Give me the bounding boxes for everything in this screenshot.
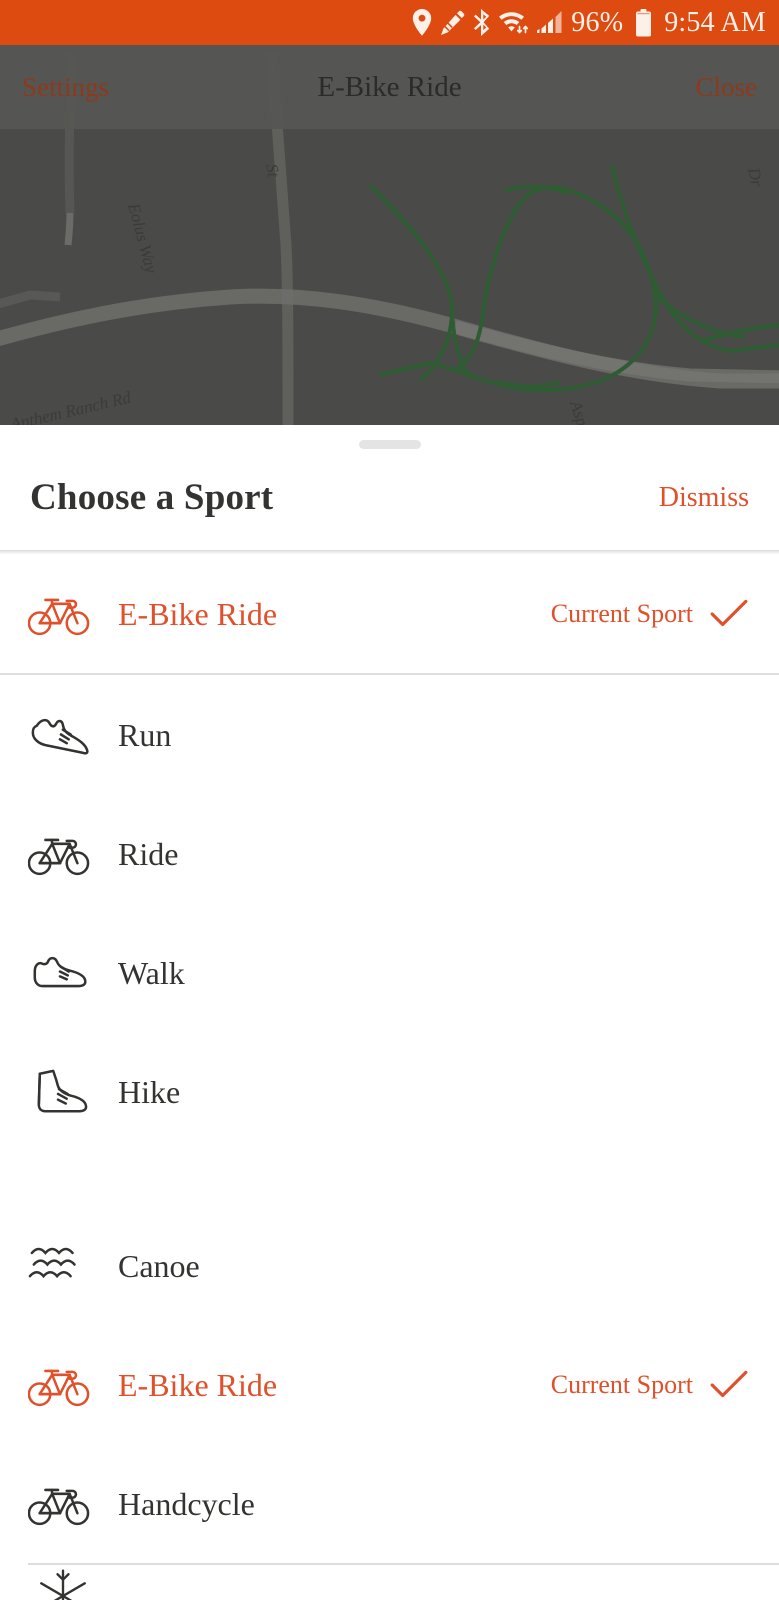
sport-icon-wrap <box>28 1475 96 1533</box>
clock-label: 9:54 AM <box>664 6 766 38</box>
nav-bar: Settings E-Bike Ride Close <box>0 45 779 129</box>
close-button[interactable]: Close <box>695 73 757 101</box>
sheet-title: Choose a Sport <box>30 477 274 518</box>
current-sport-label: Current Sport <box>550 1369 693 1399</box>
sheet-header: Choose a Sport Dismiss <box>0 451 779 550</box>
app-root: 96% 9:54 AM Eolus Way St Anthem Ranch Rd… <box>0 0 779 1600</box>
walking-shoe-icon <box>28 950 90 995</box>
check-icon <box>709 1369 749 1401</box>
sport-label: E-Bike Ride <box>118 595 278 632</box>
sport-label: E-Bike Ride <box>118 1366 278 1403</box>
wifi-icon <box>499 9 529 36</box>
bicycle-icon <box>28 831 90 876</box>
sheet-handle-area[interactable] <box>0 425 779 451</box>
sport-row-hike[interactable]: Hike <box>0 1032 779 1151</box>
location-pin-icon <box>412 9 432 36</box>
waves-icon <box>28 1243 90 1288</box>
sport-row-walk[interactable]: Walk <box>0 913 779 1032</box>
sport-icon-wrap <box>28 1237 96 1295</box>
sport-row-partial[interactable] <box>0 1563 779 1600</box>
hiking-boot-icon <box>28 1068 90 1116</box>
sport-label: Handcycle <box>118 1485 255 1522</box>
sport-label: Walk <box>118 954 185 991</box>
sport-icon-wrap <box>28 706 96 764</box>
status-bar: 96% 9:54 AM <box>0 0 779 45</box>
list-divider <box>28 1563 779 1565</box>
current-sport-indicator: Current Sport <box>551 598 749 630</box>
choose-sport-sheet: Choose a Sport Dismiss E-Bike Ride Curren… <box>0 425 779 1600</box>
sport-label: Canoe <box>118 1247 200 1284</box>
sport-label: Hike <box>118 1073 181 1110</box>
settings-button[interactable]: Settings <box>22 73 109 101</box>
sport-row-ride[interactable]: Ride <box>0 794 779 913</box>
sport-row-canoe[interactable]: Canoe <box>0 1206 779 1325</box>
bicycle-icon <box>28 591 90 636</box>
current-sport-indicator: Current Sport <box>551 1369 749 1401</box>
drag-handle[interactable] <box>358 439 421 449</box>
sport-icon-wrap <box>28 944 96 1002</box>
sport-row-e-bike-ride[interactable]: E-Bike Ride Current Sport <box>0 1325 779 1444</box>
sport-label: Run <box>118 716 172 753</box>
current-sport-label: Current Sport <box>550 598 693 628</box>
sport-icon-wrap <box>28 1063 96 1121</box>
battery-percent-label: 96% <box>571 6 624 38</box>
running-shoe-icon <box>28 712 90 757</box>
list-section-gap <box>0 1151 779 1206</box>
bicycle-icon <box>28 1362 90 1407</box>
sport-row-e-bike-ride[interactable]: E-Bike Ride Current Sport <box>0 554 779 673</box>
sport-label: Ride <box>118 835 179 872</box>
battery-icon <box>635 8 652 37</box>
edit-pencil-icon <box>440 10 465 36</box>
sport-icon-wrap <box>28 585 96 643</box>
check-icon <box>709 598 749 630</box>
snowflake-icon <box>34 1567 92 1600</box>
sport-row-handcycle[interactable]: Handcycle <box>0 1444 779 1563</box>
dismiss-button[interactable]: Dismiss <box>659 483 749 512</box>
page-title: E-Bike Ride <box>317 70 462 103</box>
sport-row-run[interactable]: Run <box>0 675 779 794</box>
sport-icon-wrap <box>28 1356 96 1414</box>
bluetooth-icon <box>473 9 491 36</box>
sport-list: E-Bike Ride Current Sport Run Ride Walk Hike C… <box>0 554 779 1600</box>
bicycle-icon <box>28 1481 90 1526</box>
cellular-signal-icon <box>537 10 563 35</box>
sport-icon-wrap <box>28 825 96 883</box>
